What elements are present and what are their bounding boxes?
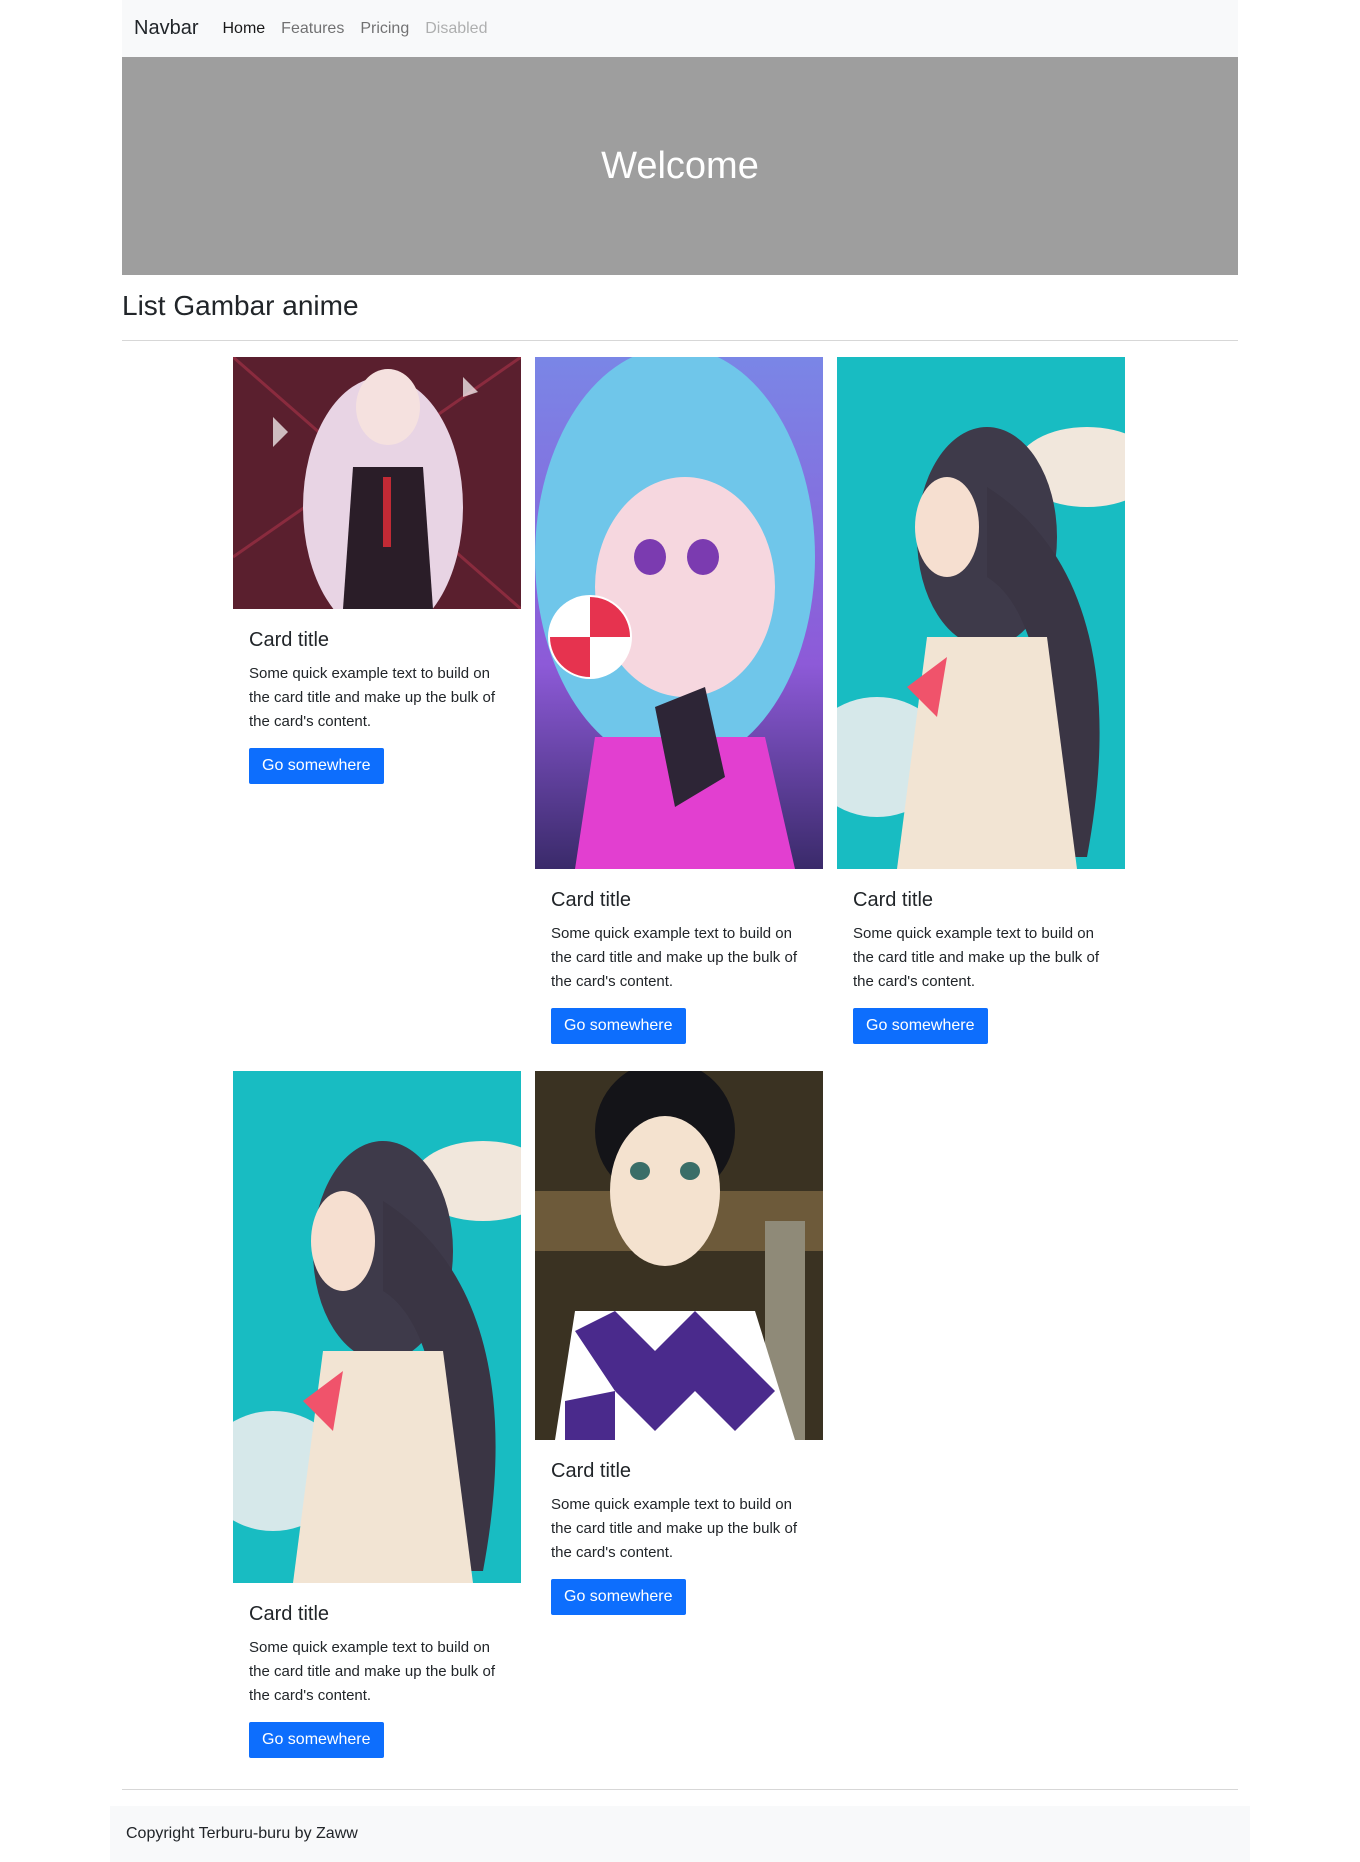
section-divider bbox=[122, 340, 1238, 341]
card-text: Some quick example text to build on the … bbox=[249, 1639, 495, 1704]
footer-divider bbox=[122, 1789, 1238, 1790]
card-image-anime-girl-sailor-uniform-sky bbox=[837, 357, 1125, 869]
card-title: Card title bbox=[853, 889, 934, 911]
card-title: Card title bbox=[249, 1603, 330, 1625]
card-title: Card title bbox=[249, 629, 330, 651]
navbar: Navbar Home Features Pricing Disabled bbox=[122, 0, 1238, 57]
card-text: Some quick example text to build on the … bbox=[853, 925, 1099, 990]
go-somewhere-button[interactable]: Go somewhere bbox=[853, 1008, 988, 1044]
go-somewhere-button[interactable]: Go somewhere bbox=[551, 1008, 686, 1044]
nav-link-home[interactable]: Home bbox=[222, 20, 265, 38]
card: Card title Some quick example text to bu… bbox=[535, 1071, 823, 1615]
go-somewhere-button[interactable]: Go somewhere bbox=[249, 1722, 384, 1758]
card-text: Some quick example text to build on the … bbox=[249, 665, 495, 730]
card-image-anime-girl-blue-hair-lollipop bbox=[535, 357, 823, 869]
card: Card title Some quick example text to bu… bbox=[535, 357, 823, 1044]
footer: Copyright Terburu-buru by Zaww bbox=[110, 1806, 1250, 1862]
hero-title: Welcome bbox=[601, 144, 759, 187]
card-image-anime-girl-checkered-kimono bbox=[535, 1071, 823, 1440]
footer-copyright: Copyright Terburu-buru by Zaww bbox=[126, 1825, 358, 1842]
navbar-brand[interactable]: Navbar bbox=[134, 17, 198, 40]
nav-link-features[interactable]: Features bbox=[281, 20, 344, 38]
hero-banner: Welcome bbox=[122, 57, 1238, 275]
section-title: List Gambar anime bbox=[122, 290, 359, 321]
card: Card title Some quick example text to bu… bbox=[837, 357, 1125, 1044]
card-text: Some quick example text to build on the … bbox=[551, 1496, 797, 1561]
go-somewhere-button[interactable]: Go somewhere bbox=[551, 1579, 686, 1615]
card: Card title Some quick example text to bu… bbox=[233, 357, 521, 784]
go-somewhere-button[interactable]: Go somewhere bbox=[249, 748, 384, 784]
card-title: Card title bbox=[551, 889, 632, 911]
card-image-anime-girl-sailor-uniform-sky bbox=[233, 1071, 521, 1583]
nav-link-pricing[interactable]: Pricing bbox=[360, 20, 409, 38]
nav-link-disabled: Disabled bbox=[425, 19, 488, 37]
card-text: Some quick example text to build on the … bbox=[551, 925, 797, 990]
page: Navbar Home Features Pricing Disabled We… bbox=[0, 0, 1360, 1862]
card-image-anime-girl-white-hair bbox=[233, 357, 521, 609]
card: Card title Some quick example text to bu… bbox=[233, 1071, 521, 1758]
card-title: Card title bbox=[551, 1460, 632, 1482]
